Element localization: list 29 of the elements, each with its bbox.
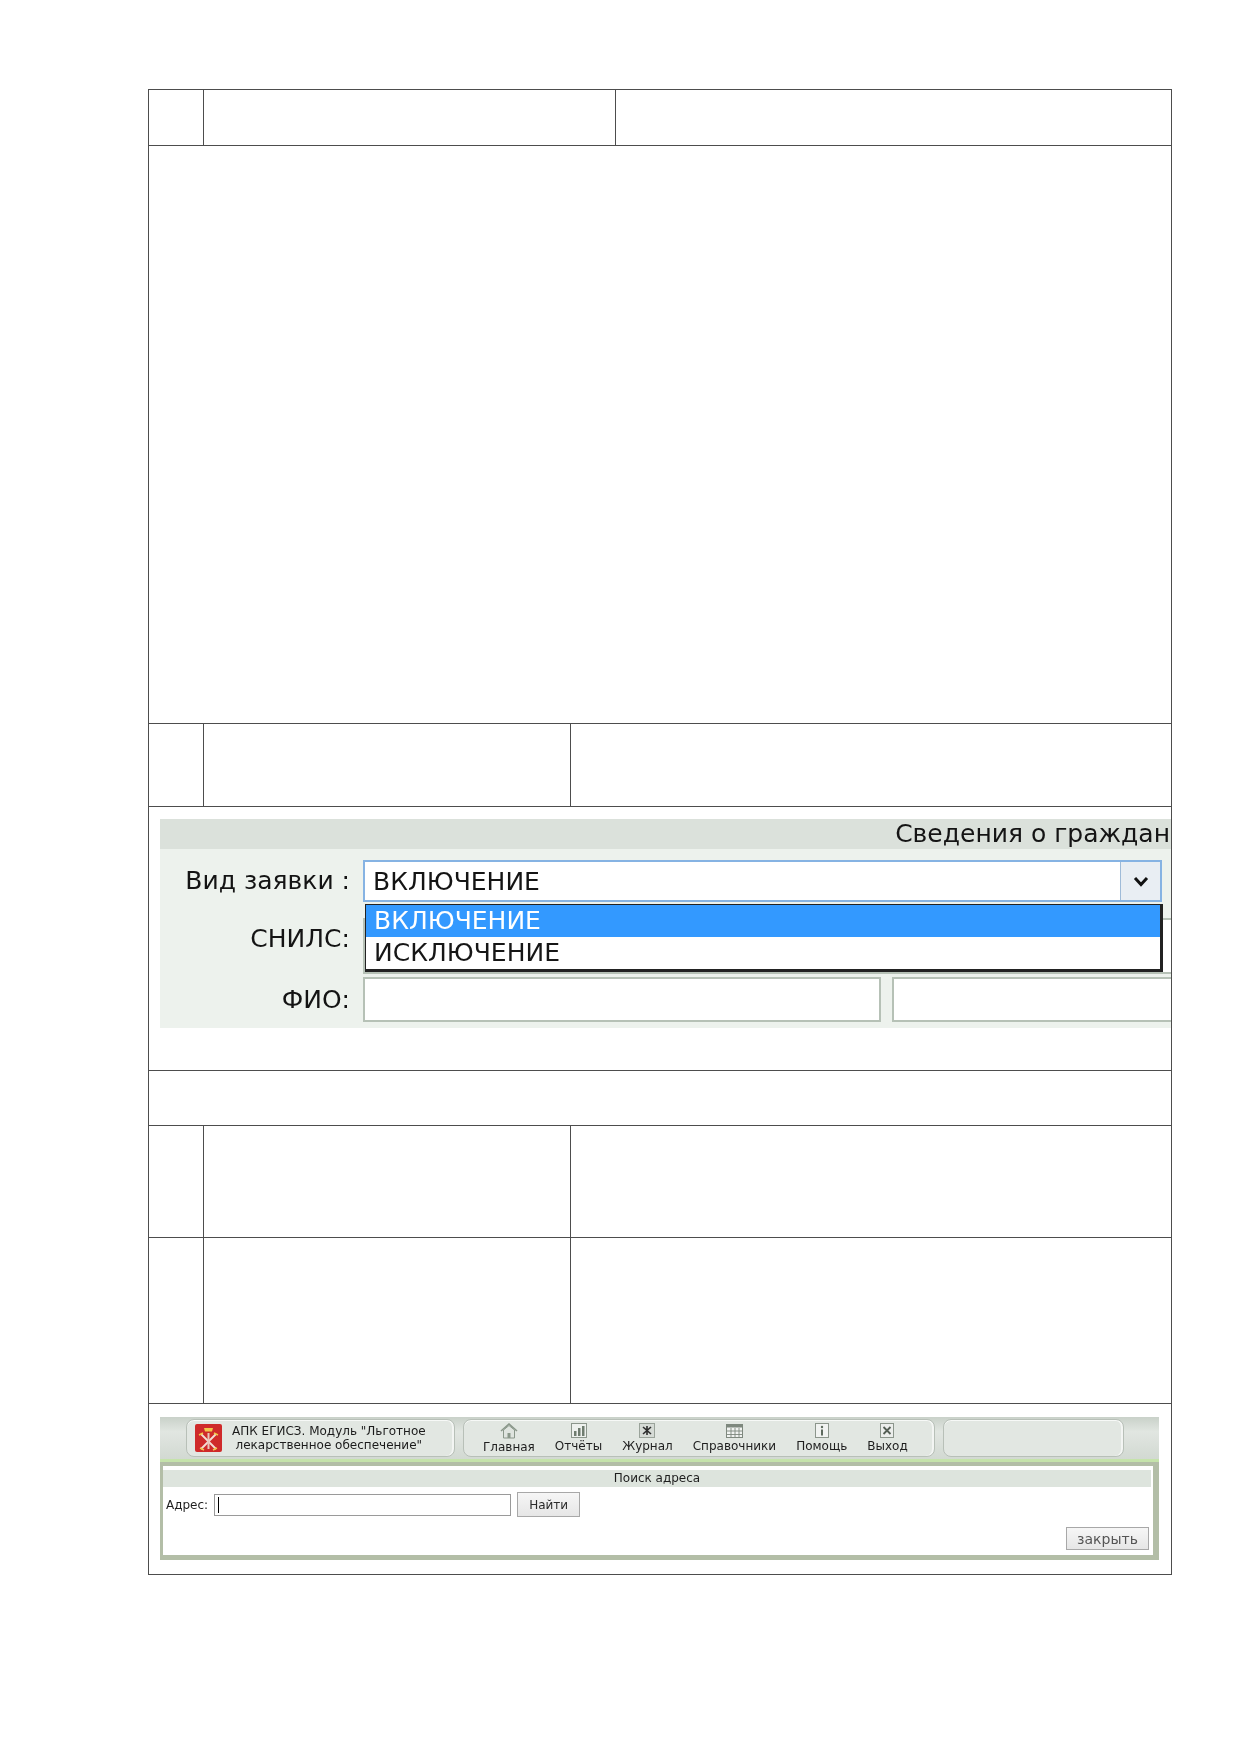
text-cursor-icon — [218, 1496, 220, 1513]
info-icon — [814, 1423, 829, 1438]
table-icon — [725, 1423, 743, 1438]
request-type-select[interactable]: ВКЛЮЧЕНИЕ — [363, 860, 1162, 902]
find-button[interactable]: Найти — [517, 1492, 581, 1517]
field-label: Вид заявки : — [185, 865, 351, 897]
nav-button[interactable]: Журнал — [622, 1423, 673, 1453]
nav-button[interactable]: Отчёты — [554, 1423, 603, 1453]
field-label: СНИЛС: — [250, 922, 351, 955]
field-label: Адрес: — [166, 1497, 209, 1512]
input-field[interactable] — [363, 977, 881, 1022]
dialog-title: Поиск адреса — [613, 1471, 701, 1486]
nav-button[interactable]: Помощь — [796, 1423, 848, 1453]
nav-button[interactable]: Выход — [867, 1423, 908, 1453]
app-title: АПК ЕГИСЗ. Модуль "Льготное лекарственное обеспечение" — [232, 1424, 426, 1452]
address-input[interactable] — [214, 1493, 512, 1516]
nav-button[interactable]: Главная — [483, 1422, 535, 1454]
form-title: Сведения о граждан — [895, 819, 1171, 849]
close-icon — [880, 1423, 895, 1438]
emblem-icon — [195, 1424, 222, 1452]
dropdown-button[interactable] — [1120, 862, 1160, 900]
input-field[interactable] — [892, 977, 1171, 1022]
nav-button[interactable]: Справочники — [692, 1423, 777, 1453]
chevron-down-icon — [1132, 875, 1149, 887]
field-label: ФИО: — [281, 984, 351, 1016]
close-button[interactable]: закрыть — [1066, 1527, 1149, 1550]
asterisk-tile-icon — [639, 1423, 656, 1438]
bar-chart-icon — [570, 1423, 587, 1438]
home-icon — [499, 1422, 518, 1439]
